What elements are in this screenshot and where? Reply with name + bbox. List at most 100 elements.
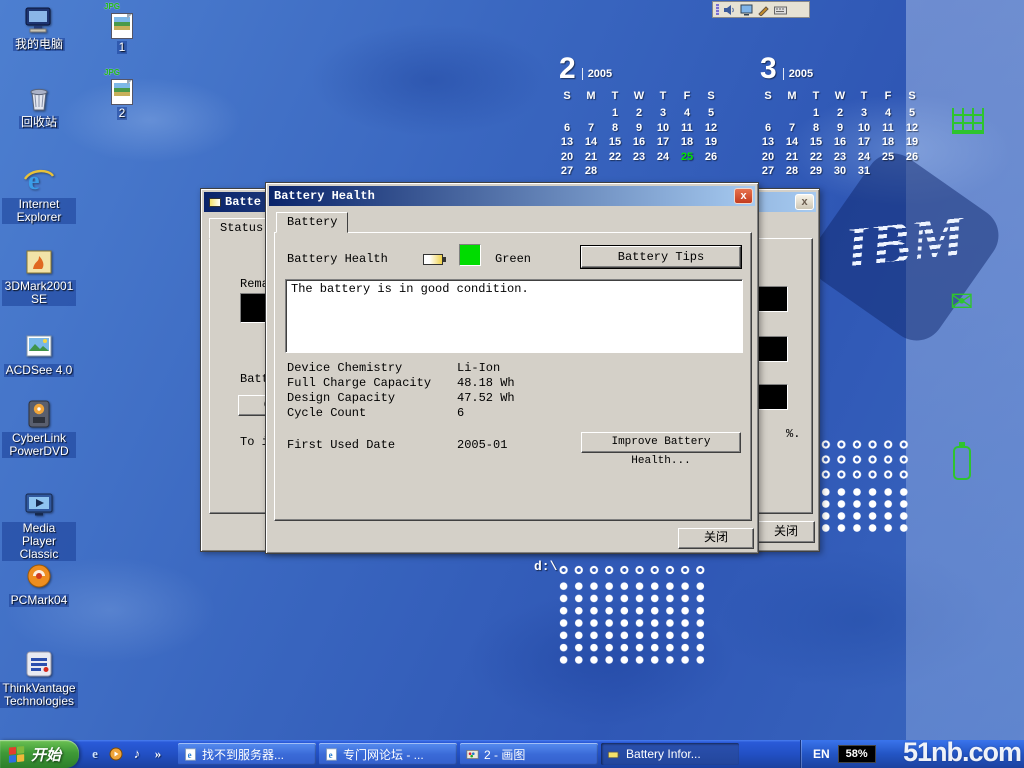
calendar-day: 8 bbox=[603, 122, 627, 137]
task-button-strip: e 找不到服务器... e 专门网论坛 - ... 2 - 画图 Battery… bbox=[174, 743, 800, 765]
desktop-icon-media-player-classic[interactable]: Media Player Classic bbox=[2, 488, 76, 561]
start-label: 开始 bbox=[31, 744, 61, 765]
calendar-day bbox=[780, 107, 804, 122]
close-icon[interactable]: x bbox=[734, 188, 753, 204]
paint-icon bbox=[466, 748, 479, 761]
health-status-label: Green bbox=[495, 252, 531, 266]
calendar-month: 2 bbox=[559, 54, 576, 84]
field-value: 48.18 Wh bbox=[457, 376, 515, 391]
field-value: Li-Ion bbox=[457, 361, 500, 376]
battery-cylinder-icon bbox=[953, 446, 971, 480]
volume-quick-icon[interactable]: ♪ bbox=[129, 746, 145, 762]
improve-battery-health-button[interactable]: Improve Battery Health... bbox=[581, 432, 741, 453]
file-label: 2 bbox=[117, 107, 128, 120]
desktop-icon-recycle-bin[interactable]: 回收站 bbox=[2, 82, 76, 129]
desktop-file-jpg-2[interactable]: JPG 2 bbox=[100, 68, 144, 120]
battery-percent-indicator[interactable]: 58% bbox=[838, 745, 876, 763]
task-button-paint[interactable]: 2 - 画图 bbox=[460, 743, 598, 765]
language-indicator[interactable]: EN bbox=[813, 747, 830, 761]
internet-explorer-quick-icon[interactable]: e bbox=[87, 746, 103, 762]
calendar-day bbox=[699, 165, 723, 180]
svg-text:e: e bbox=[188, 749, 192, 759]
field-label: Device Chemistry bbox=[287, 361, 457, 376]
dot-pattern-side-filled bbox=[818, 486, 912, 534]
close-button[interactable]: 关闭 bbox=[678, 528, 754, 549]
task-label: 找不到服务器... bbox=[202, 746, 284, 763]
weekday-label: S bbox=[756, 90, 780, 107]
calendar-day: 24 bbox=[852, 151, 876, 166]
weekday-label: S bbox=[699, 90, 723, 107]
calendar-day: 21 bbox=[579, 151, 603, 166]
floating-toolbar[interactable] bbox=[712, 1, 810, 18]
calendar-day bbox=[756, 107, 780, 122]
calendar-day bbox=[579, 107, 603, 122]
desktop-icon-label: Media Player Classic bbox=[2, 522, 76, 561]
start-button[interactable]: 开始 bbox=[0, 740, 79, 768]
task-label: 2 - 画图 bbox=[484, 746, 525, 763]
jpg-tag: JPG bbox=[104, 68, 120, 77]
desktop-icon-pcmark04[interactable]: PCMark04 bbox=[2, 560, 76, 607]
weekday-label: S bbox=[900, 90, 924, 107]
desktop-icon-thinkvantage[interactable]: ThinkVantage Technologies bbox=[2, 648, 76, 708]
ibm-logo: IBM bbox=[842, 202, 969, 285]
desktop-icon-my-computer[interactable]: 我的电脑 bbox=[2, 4, 76, 51]
weekday-label: T bbox=[804, 90, 828, 107]
calendar-day bbox=[900, 165, 924, 180]
calendar-day: 17 bbox=[651, 136, 675, 151]
calendar-day: 24 bbox=[651, 151, 675, 166]
quick-launch-more-icon[interactable]: » bbox=[150, 746, 166, 762]
close-icon[interactable]: x bbox=[795, 194, 814, 210]
desktop-icon-acdsee[interactable]: ACDSee 4.0 bbox=[2, 330, 76, 377]
pen-icon[interactable] bbox=[757, 4, 770, 16]
calendar-day: 1 bbox=[603, 107, 627, 122]
task-label: 专门网论坛 - ... bbox=[343, 746, 424, 763]
calendar-day bbox=[603, 165, 627, 180]
condition-textbox[interactable]: The battery is in good condition. bbox=[285, 279, 743, 353]
calendar-day: 19 bbox=[900, 136, 924, 151]
calendar-day: 9 bbox=[828, 122, 852, 137]
calendar-day bbox=[675, 165, 699, 180]
calendar-day: 18 bbox=[876, 136, 900, 151]
battery-tips-button[interactable]: Battery Tips bbox=[581, 246, 741, 268]
field-label: Design Capacity bbox=[287, 391, 457, 406]
task-button-browser-1[interactable]: e 找不到服务器... bbox=[178, 743, 316, 765]
field-value: 47.52 Wh bbox=[457, 391, 515, 406]
weekday-label: T bbox=[852, 90, 876, 107]
calendar-day: 15 bbox=[804, 136, 828, 151]
volume-icon[interactable] bbox=[723, 4, 736, 16]
keyboard-icon[interactable] bbox=[774, 4, 787, 16]
calendar-day: 3 bbox=[852, 107, 876, 122]
calendar-day: 6 bbox=[555, 122, 579, 137]
close-button[interactable]: 关闭 bbox=[757, 521, 815, 543]
calendar-day: 4 bbox=[876, 107, 900, 122]
task-button-battery-information[interactable]: Battery Infor... bbox=[601, 743, 739, 765]
percent-label: %. bbox=[786, 427, 800, 441]
weekday-label: F bbox=[675, 90, 699, 107]
watermark: 51nb.com bbox=[903, 737, 1021, 768]
windows-flag-icon bbox=[8, 745, 26, 763]
media-player-quick-icon[interactable] bbox=[108, 746, 124, 762]
desktop-icon-label: 我的电脑 bbox=[13, 38, 65, 51]
calendar-day: 29 bbox=[804, 165, 828, 180]
calendar-day: 2 bbox=[627, 107, 651, 122]
battery-health-window: Battery Health x Battery Battery Health … bbox=[265, 182, 759, 554]
calendar-day: 13 bbox=[555, 136, 579, 151]
calendar-day: 23 bbox=[828, 151, 852, 166]
dot-pattern-main bbox=[556, 580, 708, 666]
calendar-day: 22 bbox=[804, 151, 828, 166]
desktop-icon-3dmark2001[interactable]: 3DMark2001 SE bbox=[2, 246, 76, 306]
task-button-browser-2[interactable]: e 专门网论坛 - ... bbox=[319, 743, 457, 765]
drive-label: d:\ bbox=[534, 559, 557, 574]
desktop-file-jpg-1[interactable]: JPG 1 bbox=[100, 2, 144, 54]
desktop-icon-internet-explorer[interactable]: e Internet Explorer bbox=[2, 164, 76, 224]
battery-health-titlebar[interactable]: Battery Health x bbox=[269, 186, 755, 206]
desktop-icon-label: 回收站 bbox=[19, 116, 59, 129]
toolbar-grip[interactable] bbox=[716, 4, 719, 15]
calendar-day: 8 bbox=[804, 122, 828, 137]
desktop-icon-powerdvd[interactable]: CyberLink PowerDVD bbox=[2, 398, 76, 458]
display-icon[interactable] bbox=[740, 4, 753, 16]
battery-field-row: Device Chemistry Li-Ion bbox=[287, 361, 627, 376]
first-used-value: 2005-01 bbox=[457, 438, 507, 452]
calendar-day: 14 bbox=[579, 136, 603, 151]
tab-battery[interactable]: Battery bbox=[276, 212, 348, 233]
